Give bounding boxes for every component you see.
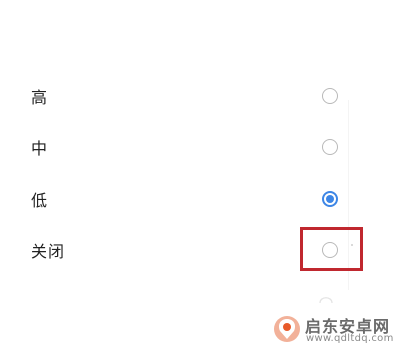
watermark-url: www.qdltdq.com [306, 333, 394, 344]
watermark: 启东安卓网 www.qdltdq.com [272, 310, 398, 348]
option-label-off: 关闭 [31, 242, 66, 261]
option-label-low: 低 [31, 191, 49, 210]
option-label-medium: 中 [31, 139, 49, 158]
option-row-high[interactable]: 高 [0, 76, 400, 116]
faded-radio-icon [318, 294, 334, 304]
option-row-medium[interactable]: 中 [0, 127, 400, 167]
radio-high[interactable] [322, 88, 338, 104]
radio-medium[interactable] [322, 139, 338, 155]
settings-screen: 高 中 低 关闭 启东安卓网 www.qdltdq.com [0, 0, 400, 351]
option-row-low[interactable]: 低 [0, 179, 400, 219]
watermark-logo-icon [274, 316, 300, 342]
option-label-high: 高 [31, 88, 49, 107]
dot [351, 244, 353, 246]
radio-low[interactable] [322, 191, 338, 207]
highlight-box [300, 227, 363, 271]
